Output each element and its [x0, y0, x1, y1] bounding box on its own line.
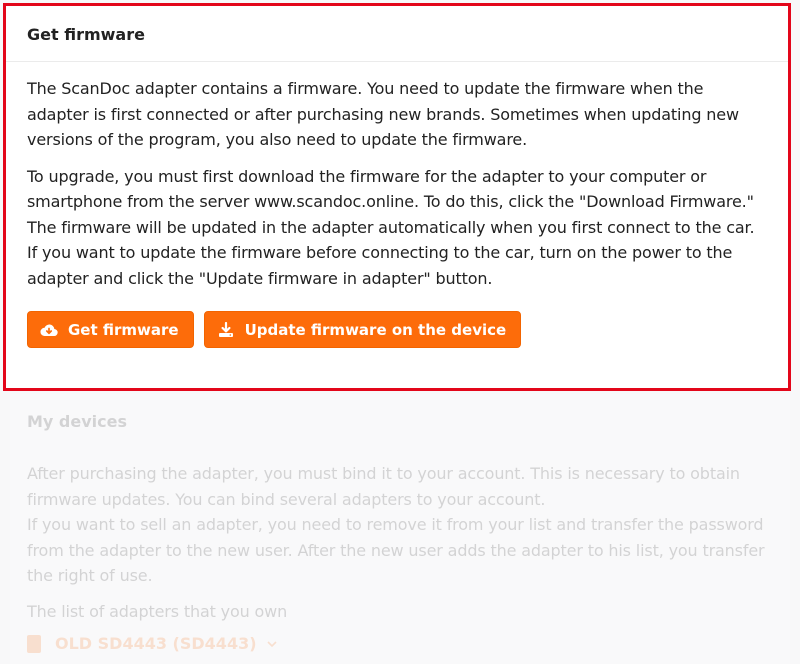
- device-name: OLD SD4443 (SD4443): [55, 634, 257, 653]
- devices-card-title: My devices: [27, 412, 127, 431]
- firmware-paragraph-3-text: The firmware will be updated in the adap…: [27, 217, 755, 288]
- get-firmware-button[interactable]: Get firmware: [27, 311, 194, 348]
- firmware-paragraph-2-text: To upgrade, you must first download the …: [27, 166, 754, 212]
- devices-paragraph-2-text: If you want to sell an adapter, you need…: [27, 515, 765, 585]
- device-item[interactable]: OLD SD4443 (SD4443): [27, 634, 772, 653]
- download-icon: [217, 321, 235, 339]
- firmware-card-header: Get firmware: [6, 6, 788, 62]
- firmware-paragraph-1: The ScanDoc adapter contains a firmware.…: [27, 79, 739, 149]
- firmware-card-body: The ScanDoc adapter contains a firmware.…: [6, 62, 788, 348]
- cloud-download-icon: [40, 321, 58, 339]
- devices-paragraph-1-text: After purchasing the adapter, you must b…: [27, 464, 740, 509]
- devices-paragraph-1: After purchasing the adapter, you must b…: [27, 461, 772, 589]
- sd-card-icon: [27, 634, 41, 653]
- firmware-buttons: Get firmware Update firmware on the devi…: [27, 311, 768, 348]
- update-firmware-button[interactable]: Update firmware on the device: [203, 311, 522, 348]
- devices-card: My devices After purchasing the adapter,…: [10, 394, 790, 664]
- page: My devices After purchasing the adapter,…: [0, 0, 800, 664]
- get-firmware-label: Get firmware: [68, 320, 179, 339]
- update-firmware-label: Update firmware on the device: [244, 320, 507, 339]
- devices-card-body: After purchasing the adapter, you must b…: [27, 461, 772, 653]
- devices-list-label: The list of adapters that you own: [27, 601, 288, 621]
- firmware-card: Get firmware The ScanDoc adapter contain…: [3, 3, 791, 391]
- chevron-down-icon: [266, 640, 277, 647]
- firmware-paragraph-2: To upgrade, you must first download the …: [27, 164, 768, 292]
- firmware-card-title: Get firmware: [27, 25, 145, 44]
